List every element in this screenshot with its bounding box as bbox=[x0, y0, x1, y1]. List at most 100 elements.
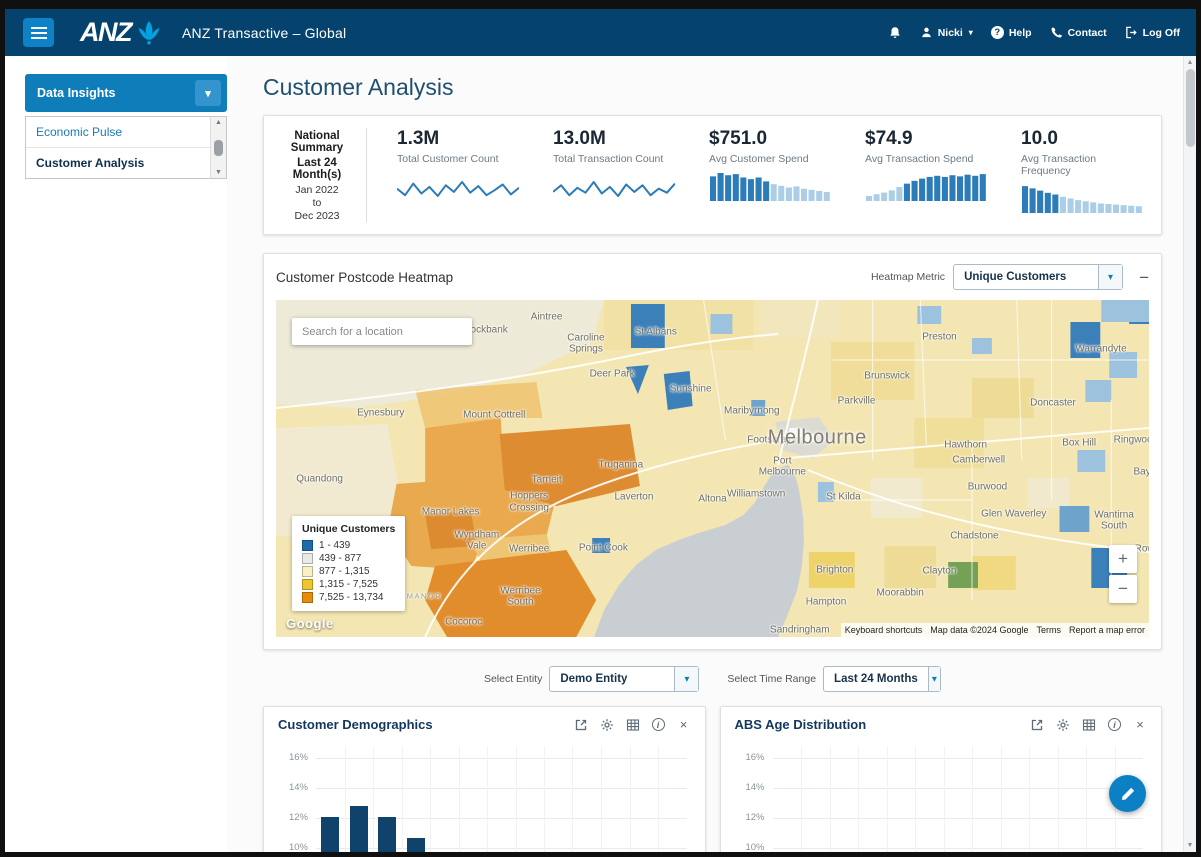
gridline-v bbox=[1058, 746, 1059, 852]
table-icon[interactable] bbox=[626, 718, 640, 732]
info-icon[interactable]: i bbox=[652, 718, 665, 731]
time-range-select[interactable]: Last 24 Months ▾ bbox=[823, 666, 941, 692]
contact-button[interactable]: Contact bbox=[1050, 26, 1107, 39]
attribution-item[interactable]: Report a map error bbox=[1065, 623, 1149, 637]
scroll-thumb[interactable] bbox=[1186, 69, 1195, 147]
map-label: Werribee South bbox=[500, 585, 540, 608]
chart-title: ABS Age Distribution bbox=[735, 717, 867, 732]
scroll-down-icon[interactable]: ▼ bbox=[1187, 839, 1194, 852]
heatmap-title: Customer Postcode Heatmap bbox=[276, 270, 453, 285]
y-axis-label: 12% bbox=[745, 812, 764, 823]
time-range-value: Last 24 Months bbox=[824, 673, 928, 685]
menu-button[interactable] bbox=[23, 18, 54, 47]
map-label: Sandringham bbox=[770, 625, 829, 637]
map-label: St Albans bbox=[635, 326, 677, 338]
scroll-up-icon[interactable]: ▲ bbox=[215, 119, 222, 126]
help-icon: ? bbox=[991, 26, 1004, 39]
map-label: Hawthorn bbox=[944, 439, 987, 451]
map-label: Deer Park bbox=[590, 368, 635, 380]
data-insights-menu-button[interactable]: Data Insights ▾ bbox=[25, 74, 227, 112]
chevron-down-icon: ▾ bbox=[1098, 265, 1122, 289]
scroll-up-icon[interactable]: ▲ bbox=[1187, 56, 1194, 69]
gridline-v bbox=[430, 746, 431, 852]
metric-label: Avg Transaction Spend bbox=[865, 153, 987, 165]
gridline-v bbox=[915, 746, 916, 852]
national-summary-panel: National SummaryLast 24 Month(s)Jan 2022… bbox=[263, 115, 1162, 235]
heatmap-metric-select[interactable]: Unique Customers ▾ bbox=[953, 264, 1123, 290]
map-label: Port Melbourne bbox=[759, 455, 806, 478]
bar-sparkline bbox=[709, 173, 831, 201]
legend-swatch bbox=[302, 540, 313, 551]
summary-period-line: National Summary bbox=[278, 130, 356, 154]
app-title: ANZ Transactive – Global bbox=[182, 25, 346, 41]
chart-toolbar: i × bbox=[574, 718, 691, 732]
help-button[interactable]: ? Help bbox=[991, 26, 1032, 39]
legend-item: 1 - 439 bbox=[302, 540, 395, 551]
map-label: Clayton bbox=[923, 566, 957, 578]
attribution-item: Map data ©2024 Google bbox=[926, 623, 1032, 637]
close-icon[interactable]: × bbox=[1133, 718, 1147, 732]
summary-metric: 13.0MTotal Transaction Count bbox=[523, 128, 679, 222]
metric-value: 10.0 bbox=[1021, 128, 1143, 150]
bar-sparkline bbox=[865, 173, 987, 201]
gridline-v bbox=[830, 746, 831, 852]
gridline bbox=[316, 758, 687, 759]
map-zoom-controls: + − bbox=[1109, 545, 1137, 603]
map-search-input[interactable] bbox=[292, 318, 472, 345]
sidebar-menu-rows: Economic PulseCustomer Analysis bbox=[26, 117, 210, 178]
chevron-down-icon: ▾ bbox=[928, 667, 940, 691]
info-icon[interactable]: i bbox=[1108, 718, 1121, 731]
charts-row: Customer Demographics i × 16%14%12%10%8% bbox=[263, 706, 1162, 852]
chevron-down-icon: ▾ bbox=[674, 667, 698, 691]
entity-select[interactable]: Demo Entity ▾ bbox=[549, 666, 699, 692]
postcode-heatmap-panel: Customer Postcode Heatmap Heatmap Metric… bbox=[263, 253, 1162, 650]
logoff-button[interactable]: Log Off bbox=[1125, 26, 1180, 39]
line-sparkline bbox=[397, 173, 519, 201]
attribution-item[interactable]: Keyboard shortcuts bbox=[841, 623, 927, 637]
metric-value: $74.9 bbox=[865, 128, 987, 150]
summary-period-line: Jan 2022 bbox=[278, 184, 356, 196]
map-canvas[interactable]: AintreeRockbankCaroline SpringsSt Albans… bbox=[276, 300, 1149, 637]
phone-icon bbox=[1050, 26, 1063, 39]
attribution-item[interactable]: Terms bbox=[1032, 623, 1065, 637]
edit-fab-button[interactable] bbox=[1109, 775, 1146, 812]
chart-header: Customer Demographics i × bbox=[278, 717, 691, 732]
plot-area bbox=[316, 746, 687, 852]
line-sparkline bbox=[553, 173, 675, 201]
sidebar-scrollbar[interactable]: ▲ ▼ bbox=[210, 117, 226, 178]
gear-icon[interactable] bbox=[1056, 718, 1070, 732]
map-label: Wyndham Vale bbox=[454, 529, 499, 552]
zoom-out-button[interactable]: − bbox=[1109, 575, 1137, 603]
map-label: Burwood bbox=[968, 481, 1007, 493]
zoom-in-button[interactable]: + bbox=[1109, 545, 1137, 573]
notifications-button[interactable] bbox=[888, 26, 902, 40]
sidebar-item-customer-analysis[interactable]: Customer Analysis bbox=[26, 148, 210, 178]
user-menu[interactable]: Nicki ▾ bbox=[920, 26, 973, 39]
gridline bbox=[316, 818, 687, 819]
minimize-panel-button[interactable]: − bbox=[1139, 269, 1149, 286]
sidebar-item-economic-pulse[interactable]: Economic Pulse bbox=[26, 117, 210, 148]
vertical-scrollbar[interactable]: ▲ ▼ bbox=[1183, 56, 1196, 852]
map-label: Doncaster bbox=[1030, 397, 1076, 409]
person-icon bbox=[920, 26, 933, 39]
table-icon[interactable] bbox=[1082, 718, 1096, 732]
gear-icon[interactable] bbox=[600, 718, 614, 732]
gridline-v bbox=[630, 746, 631, 852]
map-label: Altona bbox=[698, 493, 726, 505]
map-label: Williamstown bbox=[727, 488, 785, 500]
legend-label: 439 - 877 bbox=[319, 553, 361, 564]
scroll-down-icon[interactable]: ▼ bbox=[215, 169, 222, 176]
heatmap-metric-label: Heatmap Metric bbox=[871, 271, 945, 283]
chart-bar bbox=[321, 817, 339, 853]
export-icon[interactable] bbox=[1030, 718, 1044, 732]
time-range-filter: Select Time Range Last 24 Months ▾ bbox=[727, 666, 941, 692]
export-icon[interactable] bbox=[574, 718, 588, 732]
main-content: Customer Analysis National SummaryLast 2… bbox=[227, 56, 1196, 852]
close-icon[interactable]: × bbox=[677, 718, 691, 732]
gridline-v bbox=[972, 746, 973, 852]
map-label: Hoppers Crossing bbox=[509, 491, 548, 514]
legend-rows: 1 - 439439 - 877877 - 1,3151,315 - 7,525… bbox=[302, 540, 395, 603]
google-logo: Google bbox=[286, 616, 334, 631]
gridline-v bbox=[601, 746, 602, 852]
scroll-thumb[interactable] bbox=[214, 140, 223, 156]
